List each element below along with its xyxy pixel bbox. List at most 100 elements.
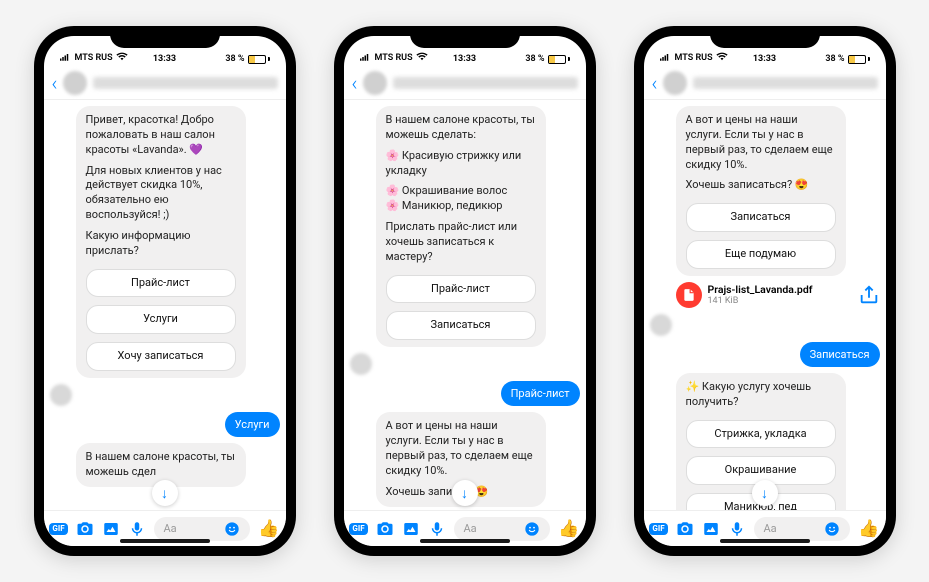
quick-reply-price[interactable]: Прайс-лист <box>86 269 236 298</box>
quick-reply-book[interactable]: Записаться <box>386 311 536 340</box>
input-placeholder: Aa <box>764 522 777 535</box>
battery-percent: 38 % <box>825 54 844 64</box>
header-title <box>93 77 277 89</box>
input-placeholder: Aa <box>464 522 477 535</box>
scroll-down-button[interactable]: ↓ <box>752 480 778 506</box>
camera-icon[interactable] <box>76 520 94 538</box>
notch <box>710 26 820 48</box>
signal-icon <box>360 53 372 64</box>
phone-3: MTS RUS 13:33 38 % ‹ А вот и цены н <box>634 26 896 556</box>
mic-icon[interactable] <box>128 520 146 538</box>
scroll-down-button[interactable]: ↓ <box>452 480 478 506</box>
camera-icon[interactable] <box>376 520 394 538</box>
msg-text: Какую информацию прислать? <box>86 229 236 259</box>
picture-icon[interactable] <box>702 520 720 538</box>
battery-percent: 38 % <box>225 54 244 64</box>
thumbs-up-icon[interactable]: 👍 <box>558 519 579 539</box>
msg-text: Для новых клиентов у нас действует скидк… <box>86 164 236 223</box>
user-reply: Записаться <box>800 342 880 367</box>
msg-text: В нашем салоне красоты, ты можешь сдел <box>86 450 236 480</box>
msg-text: 🌸 Маникюр, педикюр <box>386 199 536 214</box>
quick-reply-book[interactable]: Хочу записаться <box>86 342 236 371</box>
message-input[interactable]: Aa <box>454 517 551 541</box>
header-avatar[interactable] <box>63 71 87 95</box>
msg-text: В нашем салоне красоты, ты можешь сделат… <box>386 113 536 143</box>
bot-avatar <box>650 314 672 336</box>
phone-row: MTS RUS 13:33 38 % ‹ Привет, красо <box>34 26 896 556</box>
messages[interactable]: В нашем салоне красоты, ты можешь сделат… <box>344 100 586 510</box>
msg-text: Привет, красотка! Добро пожаловать в наш… <box>86 113 236 158</box>
emoji-icon[interactable] <box>824 521 840 537</box>
msg-text: Прислать прайс-лист или хочешь записатьс… <box>386 220 536 265</box>
user-reply: Прайс-лист <box>501 381 580 406</box>
quick-reply-book[interactable]: Записаться <box>686 203 836 232</box>
msg-text: Хочешь записаться? 😍 <box>686 178 836 193</box>
bot-avatar <box>350 353 372 375</box>
bot-message: А вот и цены на наши услуги. Если ты у н… <box>676 106 846 276</box>
screen: MTS RUS 13:33 38 % ‹ А вот и цены н <box>644 36 886 546</box>
battery-icon <box>248 55 270 64</box>
wifi-icon <box>416 52 428 64</box>
msg-text: А вот и цены на наши услуги. Если ты у н… <box>386 419 536 478</box>
picture-icon[interactable] <box>402 520 420 538</box>
emoji-icon[interactable] <box>224 521 240 537</box>
header-title <box>393 77 577 89</box>
chat-header: ‹ <box>44 66 286 100</box>
camera-icon[interactable] <box>676 520 694 538</box>
msg-text: 🌸 Окрашивание волос <box>386 184 536 199</box>
back-button[interactable]: ‹ <box>652 71 658 95</box>
user-reply: Услуги <box>225 412 280 437</box>
quick-reply-think[interactable]: Еще подумаю <box>686 240 836 269</box>
bot-avatar <box>50 384 72 406</box>
msg-text: ✨ Какую услугу хочешь получить? <box>686 380 836 410</box>
notch <box>110 26 220 48</box>
carrier-text: MTS RUS <box>75 53 113 63</box>
message-input[interactable]: Aa <box>154 517 251 541</box>
home-indicator <box>420 539 510 543</box>
home-indicator <box>720 539 810 543</box>
message-input[interactable]: Aa <box>754 517 851 541</box>
gif-icon[interactable]: GIF <box>650 520 668 538</box>
file-name: Prajs-list_Lavanda.pdf <box>708 283 852 296</box>
back-button[interactable]: ‹ <box>352 71 358 95</box>
chat-header: ‹ <box>644 66 886 100</box>
quick-reply-services[interactable]: Услуги <box>86 305 236 334</box>
header-title <box>693 77 877 89</box>
pdf-icon <box>676 282 702 308</box>
quick-reply-haircut[interactable]: Стрижка, укладка <box>686 420 836 449</box>
mic-icon[interactable] <box>428 520 446 538</box>
share-icon[interactable] <box>858 284 880 306</box>
screen: MTS RUS 13:33 38 % ‹ В нашем салоне <box>344 36 586 546</box>
header-avatar[interactable] <box>363 71 387 95</box>
msg-text: А вот и цены на наши услуги. Если ты у н… <box>686 113 836 172</box>
gif-icon[interactable]: GIF <box>350 520 368 538</box>
notch <box>410 26 520 48</box>
thumbs-up-icon[interactable]: 👍 <box>858 519 879 539</box>
input-placeholder: Aa <box>164 522 177 535</box>
wifi-icon <box>116 52 128 64</box>
file-size: 141 KiB <box>708 296 852 306</box>
quick-reply-price[interactable]: Прайс-лист <box>386 275 536 304</box>
mic-icon[interactable] <box>728 520 746 538</box>
signal-icon <box>660 53 672 64</box>
carrier-text: MTS RUS <box>675 53 713 63</box>
back-button[interactable]: ‹ <box>52 71 58 95</box>
messages[interactable]: А вот и цены на наши услуги. Если ты у н… <box>644 100 886 510</box>
thumbs-up-icon[interactable]: 👍 <box>258 519 279 539</box>
scroll-down-button[interactable]: ↓ <box>152 480 178 506</box>
file-attachment[interactable]: Prajs-list_Lavanda.pdf 141 KiB <box>676 282 880 308</box>
picture-icon[interactable] <box>102 520 120 538</box>
battery-icon <box>548 55 570 64</box>
gif-icon[interactable]: GIF <box>50 520 68 538</box>
messages[interactable]: Привет, красотка! Добро пожаловать в наш… <box>44 100 286 510</box>
phone-1: MTS RUS 13:33 38 % ‹ Привет, красо <box>34 26 296 556</box>
chat-header: ‹ <box>344 66 586 100</box>
battery-icon <box>848 55 870 64</box>
bot-message: В нашем салоне красоты, ты можешь сделат… <box>376 106 546 347</box>
emoji-icon[interactable] <box>524 521 540 537</box>
signal-icon <box>60 53 72 64</box>
phone-2: MTS RUS 13:33 38 % ‹ В нашем салоне <box>334 26 596 556</box>
header-avatar[interactable] <box>663 71 687 95</box>
carrier-text: MTS RUS <box>375 53 413 63</box>
bot-message: Привет, красотка! Добро пожаловать в наш… <box>76 106 246 378</box>
